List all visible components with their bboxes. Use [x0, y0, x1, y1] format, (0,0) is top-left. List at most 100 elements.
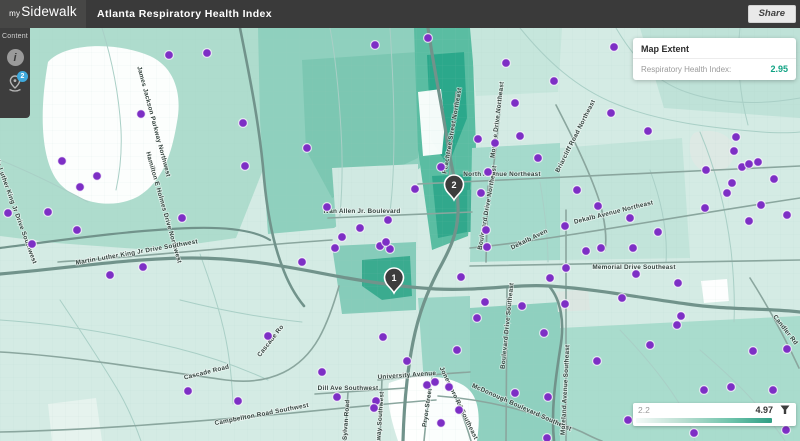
map-pin-layer-icon[interactable]: 2 [6, 74, 24, 94]
map-dot[interactable] [318, 368, 327, 377]
map-dot[interactable] [139, 263, 148, 272]
map-dot[interactable] [178, 214, 187, 223]
map-dot[interactable] [582, 247, 591, 256]
map-dot[interactable] [482, 226, 491, 235]
map-dot[interactable] [597, 244, 606, 253]
map-dot[interactable] [745, 160, 754, 169]
map-dot[interactable] [474, 135, 483, 144]
map-dot[interactable] [632, 270, 641, 279]
map-dot[interactable] [518, 302, 527, 311]
filter-icon[interactable] [780, 405, 790, 415]
map-dot[interactable] [550, 77, 559, 86]
map-dot[interactable] [783, 345, 792, 354]
map-dot[interactable] [483, 243, 492, 252]
map-dot[interactable] [546, 274, 555, 283]
map-dot[interactable] [610, 43, 619, 52]
map-dot[interactable] [607, 109, 616, 118]
map-dot[interactable] [757, 201, 766, 210]
map-dot[interactable] [573, 186, 582, 195]
map-dot[interactable] [323, 203, 332, 212]
map-dot[interactable] [624, 416, 633, 425]
map-dot[interactable] [782, 426, 791, 435]
map-dot[interactable] [473, 314, 482, 323]
map-dot[interactable] [543, 434, 552, 441]
map-dot[interactable] [437, 163, 446, 172]
map-dot[interactable] [674, 279, 683, 288]
map-dot[interactable] [749, 347, 758, 356]
map-dot[interactable] [234, 397, 243, 406]
map-dot[interactable] [333, 393, 342, 402]
map-dot[interactable] [561, 300, 570, 309]
map-dot[interactable] [727, 383, 736, 392]
map-dot[interactable] [437, 419, 446, 428]
map-dot[interactable] [28, 240, 37, 249]
map-dot[interactable] [411, 185, 420, 194]
map-dot[interactable] [370, 404, 379, 413]
map-dot[interactable] [730, 147, 739, 156]
map-dot[interactable] [384, 216, 393, 225]
map-dot[interactable] [106, 271, 115, 280]
share-button[interactable]: Share [748, 5, 796, 23]
map-dot[interactable] [303, 144, 312, 153]
map-dot[interactable] [445, 383, 454, 392]
map-dot[interactable] [769, 386, 778, 395]
map-dot[interactable] [644, 127, 653, 136]
map-dot[interactable] [298, 258, 307, 267]
map-dot[interactable] [654, 228, 663, 237]
map-dot[interactable] [594, 202, 603, 211]
map-dot[interactable] [511, 99, 520, 108]
map-dot[interactable] [93, 172, 102, 181]
map-dot[interactable] [371, 41, 380, 50]
map-dot[interactable] [723, 189, 732, 198]
map-dot[interactable] [484, 168, 493, 177]
map-dot[interactable] [73, 226, 82, 235]
map-dot[interactable] [745, 217, 754, 226]
legend-gradient-track[interactable] [636, 418, 772, 423]
map-dot[interactable] [754, 158, 763, 167]
map-dot[interactable] [455, 406, 464, 415]
map-dot[interactable] [629, 244, 638, 253]
map-dot[interactable] [58, 157, 67, 166]
map-dot[interactable] [356, 224, 365, 233]
map-dot[interactable] [379, 333, 388, 342]
info-icon[interactable]: i [7, 49, 24, 66]
map-dot[interactable] [511, 389, 520, 398]
map-dot[interactable] [44, 208, 53, 217]
map-dot[interactable] [618, 294, 627, 303]
map-dot[interactable] [241, 162, 250, 171]
map-dot[interactable] [783, 211, 792, 220]
map-dot[interactable] [4, 209, 13, 218]
map-dot[interactable] [626, 214, 635, 223]
map-dot[interactable] [477, 189, 486, 198]
map-dot[interactable] [561, 222, 570, 231]
map-dot[interactable] [203, 49, 212, 58]
map-dot[interactable] [593, 357, 602, 366]
map-dot[interactable] [770, 175, 779, 184]
map-dot[interactable] [481, 298, 490, 307]
map-dot[interactable] [690, 429, 699, 438]
map-dot[interactable] [453, 346, 462, 355]
map-dot[interactable] [732, 133, 741, 142]
map-dot[interactable] [673, 321, 682, 330]
map-dot[interactable] [646, 341, 655, 350]
map-dot[interactable] [76, 183, 85, 192]
map-dot[interactable] [239, 119, 248, 128]
map-dot[interactable] [165, 51, 174, 60]
map-dot[interactable] [403, 357, 412, 366]
map-dot[interactable] [457, 273, 466, 282]
map-dot[interactable] [562, 264, 571, 273]
map-dot[interactable] [137, 110, 146, 119]
map-dot[interactable] [700, 386, 709, 395]
map-dot[interactable] [491, 139, 500, 148]
map-dot[interactable] [540, 329, 549, 338]
mysidewalk-logo[interactable]: mySidewalk [0, 0, 86, 28]
map-dot[interactable] [502, 59, 511, 68]
map-dot[interactable] [431, 378, 440, 387]
map-dot[interactable] [338, 233, 347, 242]
map-dot[interactable] [424, 34, 433, 43]
map-dot[interactable] [184, 387, 193, 396]
map-dot[interactable] [516, 132, 525, 141]
map-dot[interactable] [702, 166, 711, 175]
map-dot[interactable] [264, 332, 273, 341]
map-dot[interactable] [728, 179, 737, 188]
